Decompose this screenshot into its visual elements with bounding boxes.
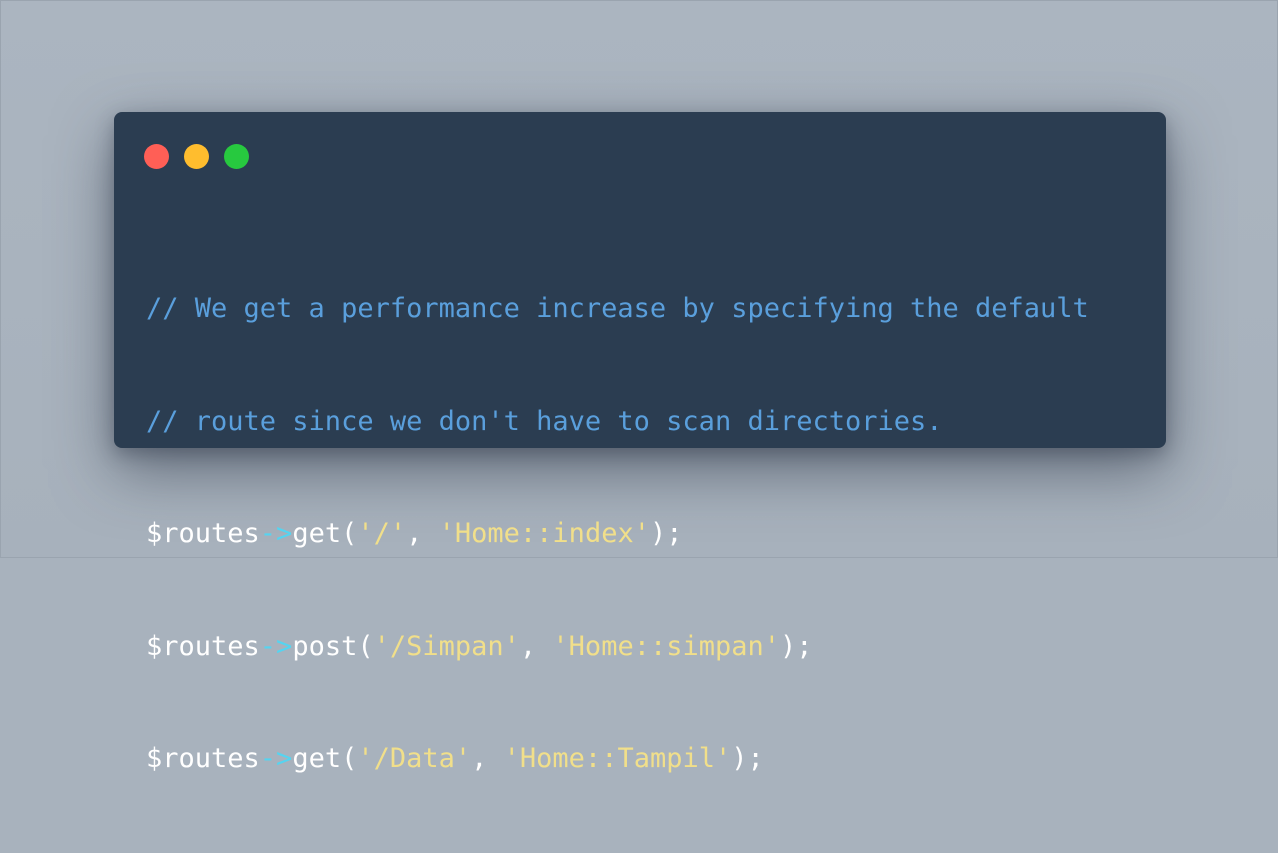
- string-token: '/': [357, 518, 407, 549]
- string-token: 'Home::index': [438, 518, 650, 549]
- code-block: // We get a performance increase by spec…: [146, 215, 1089, 853]
- separator-token: ,: [519, 630, 553, 662]
- code-line-1: // We get a performance increase by spec…: [146, 290, 1089, 328]
- comment-text: // We get a performance increase by spec…: [146, 293, 1089, 324]
- page-background: // We get a performance increase by spec…: [0, 0, 1278, 774]
- separator-token: ,: [406, 518, 439, 549]
- code-line-3: $routes->get('/', 'Home::index');: [146, 515, 1089, 553]
- operator-token: ->: [259, 630, 293, 662]
- end-token: );: [649, 518, 683, 549]
- operator-token: ->: [259, 518, 293, 549]
- code-line-4: $routes->post('/Simpan', 'Home::simpan')…: [146, 628, 1089, 666]
- code-line-5: $routes->get('/Data', 'Home::Tampil');: [146, 740, 1089, 778]
- code-window: // We get a performance increase by spec…: [114, 112, 1166, 774]
- method-token: get(: [292, 518, 358, 549]
- zoom-dot-icon[interactable]: [224, 144, 249, 169]
- operator-token: ->: [259, 743, 293, 774]
- comment-text: // route since we don't have to scan dir…: [146, 405, 943, 437]
- end-token: );: [731, 743, 764, 774]
- minimize-dot-icon[interactable]: [184, 144, 209, 169]
- code-line-2: // route since we don't have to scan dir…: [146, 403, 1089, 441]
- variable-token: $routes: [146, 630, 260, 662]
- string-token: '/Simpan': [373, 630, 520, 662]
- variable-token: $routes: [146, 743, 260, 774]
- window-controls: [144, 144, 249, 169]
- variable-token: $routes: [146, 518, 260, 549]
- separator-token: ,: [471, 743, 504, 774]
- string-token: '/Data': [357, 743, 472, 774]
- close-dot-icon[interactable]: [144, 144, 169, 169]
- end-token: );: [780, 630, 813, 662]
- method-token: post(: [292, 630, 374, 662]
- string-token: 'Home::simpan': [552, 630, 780, 662]
- method-token: get(: [292, 743, 358, 774]
- string-token: 'Home::Tampil': [503, 743, 732, 774]
